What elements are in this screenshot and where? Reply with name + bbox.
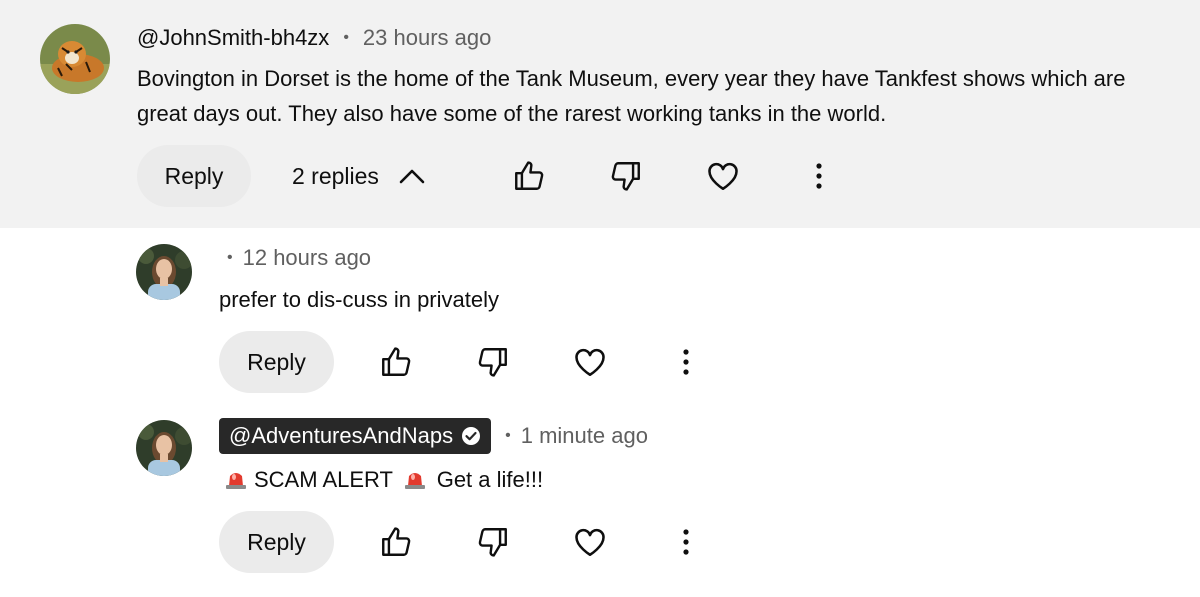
- reply-button[interactable]: Reply: [219, 331, 334, 393]
- reply-meta: • 12 hours ago: [213, 244, 371, 272]
- heart-button[interactable]: [568, 340, 612, 384]
- meta-separator: •: [505, 427, 511, 444]
- creator-badge[interactable]: @AdventuresAndNaps: [219, 418, 492, 454]
- thumbs-down-icon: [611, 162, 640, 191]
- dislike-button[interactable]: [471, 520, 515, 564]
- more-options-button[interactable]: [664, 520, 708, 564]
- reply-text: SCAM ALERT Get a life!!!: [222, 462, 543, 500]
- more-options-button[interactable]: [664, 340, 708, 384]
- reply-text: prefer to dis-cuss in privately: [219, 287, 499, 312]
- meta-separator: •: [343, 29, 349, 46]
- heart-icon: [708, 162, 738, 191]
- heart-icon: [575, 348, 605, 377]
- thumbs-up-icon: [382, 347, 411, 376]
- chevron-up-icon: [399, 169, 425, 184]
- thumbs-up-icon: [515, 161, 544, 190]
- heart-icon: [575, 528, 605, 557]
- scam-alert-text: SCAM ALERT: [254, 467, 393, 492]
- comment-author[interactable]: @JohnSmith-bh4zx: [137, 25, 329, 51]
- meta-separator: •: [227, 249, 233, 266]
- replies-count: 2 replies: [292, 162, 379, 189]
- comment-text-line: Bovington in Dorset is the home of the T…: [137, 66, 1126, 91]
- more-options-button[interactable]: [797, 154, 841, 198]
- more-vert-icon: [683, 349, 689, 375]
- commenter-avatar[interactable]: [40, 24, 110, 94]
- police-light-emoji: [224, 465, 248, 500]
- reply-text-part: Get a life!!!: [436, 467, 544, 492]
- dislike-button[interactable]: [604, 154, 648, 198]
- reply-time[interactable]: 1 minute ago: [521, 423, 648, 449]
- like-button[interactable]: [507, 154, 551, 198]
- police-light-emoji: [403, 465, 427, 500]
- dislike-button[interactable]: [471, 340, 515, 384]
- comment-text-line: great days out. They also have some of t…: [137, 101, 887, 126]
- reply-avatar[interactable]: [136, 420, 192, 476]
- reply-button[interactable]: Reply: [219, 511, 334, 573]
- verified-check-icon: [461, 426, 481, 446]
- thumbs-up-icon: [382, 527, 411, 556]
- like-button[interactable]: [374, 340, 418, 384]
- more-vert-icon: [683, 529, 689, 555]
- reply-avatar[interactable]: [136, 244, 192, 300]
- thumbs-down-icon: [478, 528, 507, 557]
- reply-time[interactable]: 12 hours ago: [243, 245, 371, 271]
- comment-meta: @JohnSmith-bh4zx • 23 hours ago: [137, 24, 491, 52]
- more-vert-icon: [816, 163, 822, 189]
- reply-author: @AdventuresAndNaps: [229, 423, 454, 448]
- replies-toggle[interactable]: 2 replies: [292, 156, 425, 196]
- like-button[interactable]: [374, 520, 418, 564]
- comment-text: Bovington in Dorset is the home of the T…: [137, 61, 1125, 131]
- heart-button[interactable]: [568, 520, 612, 564]
- reply-meta: @AdventuresAndNaps • 1 minute ago: [219, 418, 648, 454]
- heart-button[interactable]: [701, 154, 745, 198]
- reply-button[interactable]: Reply: [137, 145, 251, 207]
- comment-time[interactable]: 23 hours ago: [363, 25, 491, 51]
- thumbs-down-icon: [478, 348, 507, 377]
